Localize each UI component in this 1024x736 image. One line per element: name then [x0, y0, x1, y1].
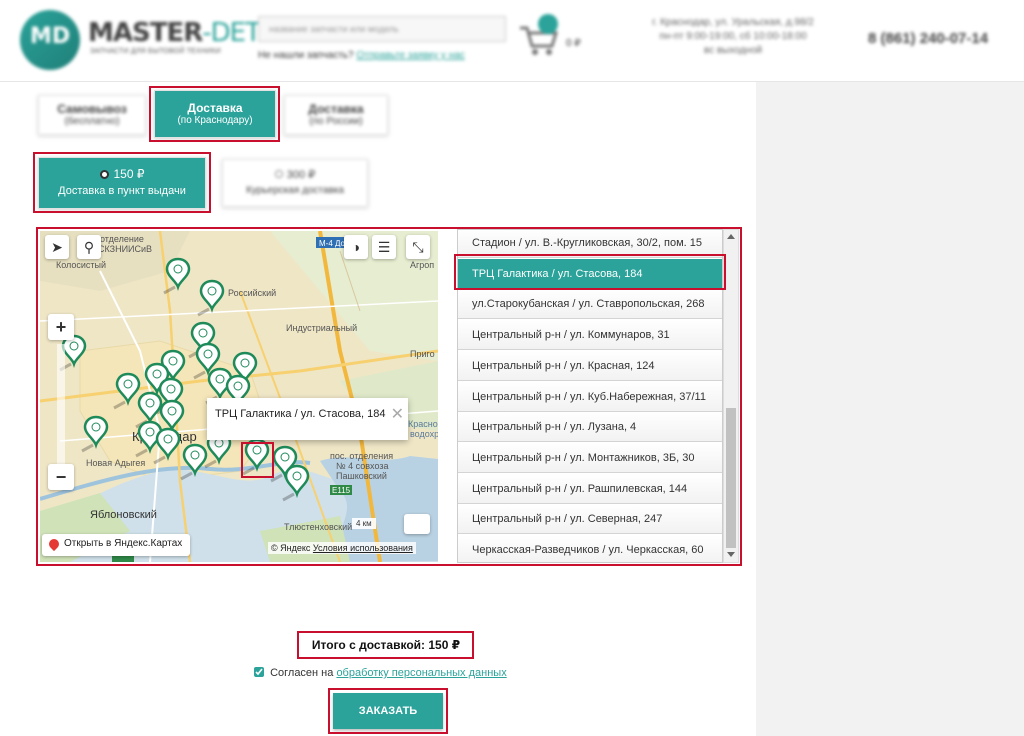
terms-link[interactable]: Условия использования: [313, 543, 413, 553]
scroll-down-icon[interactable]: [727, 552, 735, 557]
map-pin-icon: [46, 536, 62, 552]
map-marker-icon[interactable]: [179, 443, 208, 481]
radio-empty-icon[interactable]: [274, 170, 283, 178]
delivery-method-pickup-point[interactable]: 150 ₽ Доставка в пункт выдачи: [38, 157, 206, 209]
option-subtitle: (по Краснодару): [177, 115, 253, 126]
delivery-type-russia[interactable]: Доставка (по России): [284, 95, 388, 135]
search-input[interactable]: название запчасти или модель: [258, 16, 506, 42]
radio-selected-icon[interactable]: [99, 170, 109, 179]
address-line: г. Краснодар, ул. Уральская, д.98/2: [652, 17, 814, 28]
logo-tagline: ЗАПЧАСТИ ДЛЯ БЫТОВОЙ ТЕХНИКИ: [90, 48, 221, 55]
method-label: Доставка в пункт выдачи: [58, 185, 186, 197]
method-price: 150 ₽: [113, 167, 145, 181]
pickup-point-list[interactable]: Стадион / ул. В.-Кругликовская, 30/2, по…: [457, 229, 723, 563]
geolocation-icon[interactable]: ➤: [45, 235, 69, 259]
site-header: MD MASTER-DETAL ЗАПЧАСТИ ДЛЯ БЫТОВОЙ ТЕХ…: [0, 0, 1024, 82]
option-subtitle: (по России): [309, 116, 363, 127]
option-subtitle: (бесплатно): [64, 116, 120, 127]
map-marker-icon[interactable]: [241, 438, 270, 476]
cart-price: 0 ₽: [566, 38, 581, 49]
hours-weekend: вс выходной: [703, 45, 763, 56]
option-title: Доставка: [308, 102, 364, 116]
not-found-link[interactable]: Отправьте заявку у нас: [356, 50, 464, 61]
pickup-point-item[interactable]: Центральный р-н / ул. Красная, 124: [458, 350, 722, 381]
pickup-point-item[interactable]: Центральный р-н / ул. Северная, 247: [458, 504, 722, 535]
map-search-icon[interactable]: ⚲: [77, 235, 101, 259]
close-icon[interactable]: ✕: [391, 404, 404, 424]
copyright-text: © Яндекс: [271, 543, 311, 553]
method-price-row: 150 ₽: [39, 167, 205, 181]
pickup-point-item[interactable]: ТРЦ Галактика / ул. Стасова, 184: [458, 258, 722, 289]
map-scale: 4 км: [352, 518, 376, 529]
pickup-point-item[interactable]: ул.Старокубанская / ул. Ставропольская, …: [458, 289, 722, 320]
map-balloon: ТРЦ Галактика / ул. Стасова, 184 ✕: [207, 398, 408, 440]
logo-name-a: MASTER: [88, 18, 203, 48]
consent-checkbox[interactable]: [254, 667, 264, 677]
not-found-text: Не нашли запчасть? Отправьте заявку у на…: [258, 50, 465, 61]
pickup-point-item[interactable]: Центральный р-н / ул. Коммунаров, 31: [458, 320, 722, 351]
privacy-link[interactable]: обработку персональных данных: [336, 667, 506, 679]
balloon-text: ТРЦ Галактика / ул. Стасова, 184: [215, 408, 386, 420]
list-scrollbar[interactable]: [723, 229, 739, 563]
map-markers-layer: [58, 257, 310, 502]
pickup-point-item[interactable]: Черкасская-Разведчиков / ул. Черкасская,…: [458, 535, 722, 562]
consent-row: Согласен на обработку персональных данны…: [254, 667, 507, 679]
delivery-method-courier[interactable]: 300 ₽ Курьерская доставка: [222, 159, 368, 207]
pickup-point-item[interactable]: Стадион / ул. В.-Кругликовская, 30/2, по…: [458, 230, 722, 258]
zoom-control: + −: [44, 314, 74, 494]
option-title: Самовывоз: [57, 102, 127, 116]
map-marker-icon[interactable]: [112, 372, 141, 410]
pickup-point-item[interactable]: Центральный р-н / ул. Лузана, 4: [458, 412, 722, 443]
store-address: г. Краснодар, ул. Уральская, д.98/2 пн-п…: [628, 16, 838, 58]
method-price-row: 300 ₽: [223, 168, 367, 181]
scrollbar-thumb[interactable]: [726, 408, 736, 548]
ruler-icon[interactable]: [404, 514, 430, 534]
logo-mark: MD: [30, 24, 71, 49]
pickup-point-item[interactable]: Центральный р-н / ул. Монтажников, 3Б, 3…: [458, 442, 722, 473]
hours-line: пн-пт 9:00-19:00, сб 10:00-18:00: [659, 31, 807, 42]
zoom-in-button[interactable]: +: [48, 314, 74, 340]
phone-number[interactable]: 8 (861) 240-07-14: [868, 30, 988, 47]
open-yandex-label: Открыть в Яндекс.Картах: [64, 538, 183, 549]
delivery-type-krasnodar[interactable]: Доставка (по Краснодару): [154, 90, 276, 138]
option-title: Доставка: [187, 101, 243, 115]
order-total: Итого с доставкой: 150 ₽: [311, 638, 461, 652]
layers-icon[interactable]: ☰: [372, 235, 396, 259]
map-marker-icon[interactable]: [281, 464, 310, 502]
map-marker-icon[interactable]: [162, 257, 191, 295]
zoom-slider-track[interactable]: [57, 344, 65, 468]
cart-count-badge: [538, 14, 558, 34]
pickup-point-item[interactable]: Центральный р-н / ул. Рашпилевская, 144: [458, 473, 722, 504]
logo-icon[interactable]: MD: [20, 10, 80, 70]
method-price: 300 ₽: [286, 169, 316, 181]
not-found-label: Не нашли запчасть?: [258, 50, 354, 61]
scroll-up-icon[interactable]: [727, 234, 735, 239]
order-button[interactable]: ЗАКАЗАТЬ: [333, 693, 443, 729]
traffic-icon[interactable]: ◑: [344, 235, 368, 259]
map-marker-icon[interactable]: [80, 415, 109, 453]
consent-label: Согласен на: [270, 667, 337, 679]
method-label: Курьерская доставка: [246, 185, 344, 196]
fullscreen-icon[interactable]: ⤡: [406, 235, 430, 259]
delivery-type-pickup[interactable]: Самовывоз (бесплатно): [38, 95, 146, 135]
zoom-out-button[interactable]: −: [48, 464, 74, 490]
map-marker-icon[interactable]: [196, 279, 225, 317]
pickup-point-item[interactable]: Центральный р-н / ул. Куб.Набережная, 37…: [458, 381, 722, 412]
open-yandex-maps-button[interactable]: Открыть в Яндекс.Картах: [42, 534, 191, 556]
map-copyright: © Яндекс Условия использования: [268, 542, 416, 554]
map-marker-icon[interactable]: [152, 427, 181, 465]
